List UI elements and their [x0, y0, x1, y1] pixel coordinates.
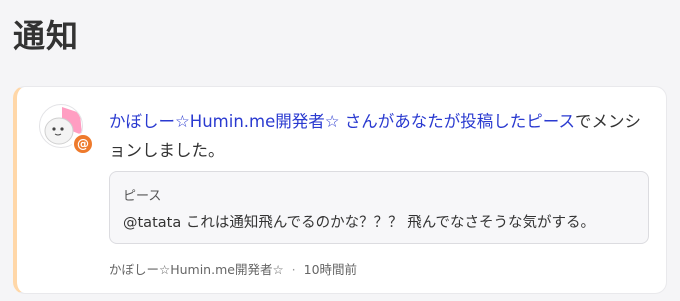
actor-link[interactable]: かぼしー☆Humin.me開発者☆ [109, 112, 340, 131]
mention-icon: @ [72, 133, 94, 155]
quote-title: ピース [123, 189, 162, 204]
meta-author[interactable]: かぼしー☆Humin.me開発者☆ [109, 262, 284, 277]
meta-separator: · [291, 262, 296, 277]
notification-card[interactable]: @ かぼしー☆Humin.me開発者☆ さんがあなたが投稿したピースでメンション… [13, 86, 667, 294]
notification-meta: かぼしー☆Humin.me開発者☆ · 10時間前 [109, 259, 357, 278]
target-link[interactable]: ピース [526, 112, 575, 131]
avatar-group[interactable]: @ [39, 104, 95, 160]
quoted-piece[interactable]: ピース @tatata これは通知飛んでるのかな？？？ 飛んでなさそうな気がする… [109, 171, 649, 244]
meta-time: 10時間前 [303, 262, 358, 277]
message-mid-link[interactable]: さんがあなたが投稿した [340, 112, 527, 131]
quote-body: @tatata これは通知飛んでるのかな？？？ 飛んでなさそうな気がする。 [123, 215, 595, 231]
page-title: 通知 [13, 17, 80, 55]
notification-message: かぼしー☆Humin.me開発者☆ さんがあなたが投稿したピースでメンションしま… [109, 107, 654, 165]
